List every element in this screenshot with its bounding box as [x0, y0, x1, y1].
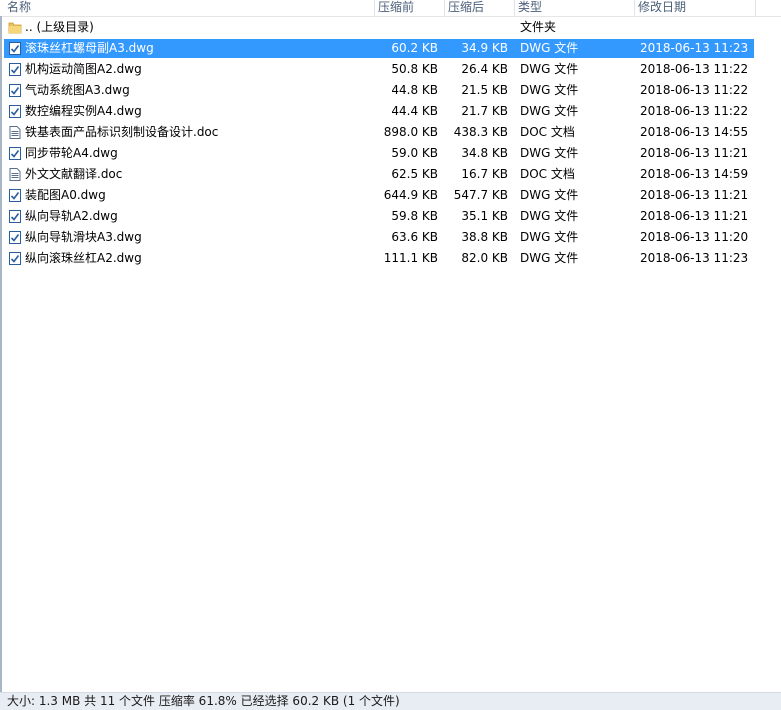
file-row[interactable]: 机构运动简图A2.dwg 50.8 KB 26.4 KB DWG 文件 2018-06-… [0, 59, 781, 80]
row-modified: 2018-06-13 14:59 [640, 167, 749, 181]
column-type-header[interactable]: 类型 [515, 0, 634, 16]
row-type: 文件夹 [520, 20, 557, 34]
column-packed-header[interactable]: 压缩后 [445, 0, 514, 16]
row-size: 50.8 KB [391, 62, 438, 76]
dwg-file-icon [8, 251, 22, 266]
row-name: 纵向滚珠丝杠A2.dwg [25, 251, 142, 265]
column-modified-header[interactable]: 修改日期 [635, 0, 755, 16]
folder-icon [8, 20, 22, 35]
row-name: 装配图A0.dwg [25, 188, 106, 202]
dwg-file-icon [8, 41, 22, 56]
row-name: 纵向导轨滑块A3.dwg [25, 230, 142, 244]
row-size: 63.6 KB [391, 230, 438, 244]
row-packed-size: 35.1 KB [461, 209, 508, 223]
row-size: 62.5 KB [391, 167, 438, 181]
row-type: DWG 文件 [520, 230, 579, 244]
row-modified: 2018-06-13 11:23 [640, 41, 749, 55]
row-packed-size: 38.8 KB [461, 230, 508, 244]
row-packed-size: 547.7 KB [453, 188, 508, 202]
file-row[interactable]: 数控编程实例A4.dwg 44.4 KB 21.7 KB DWG 文件 2018-06-… [0, 101, 781, 122]
row-name: 外文文献翻译.doc [25, 167, 123, 181]
row-modified: 2018-06-13 11:21 [640, 188, 749, 202]
file-row[interactable]: 纵向导轨滑块A3.dwg 63.6 KB 38.8 KB DWG 文件 2018-06-… [0, 227, 781, 248]
file-list: .. (上级目录) 文件夹 滚珠丝杠螺母副A3.dwg 60.2 KB 34.9 K… [0, 17, 781, 269]
row-size: 60.2 KB [391, 41, 438, 55]
row-modified: 2018-06-13 11:22 [640, 62, 749, 76]
row-type: DWG 文件 [520, 104, 579, 118]
row-modified: 2018-06-13 11:22 [640, 83, 749, 97]
file-row[interactable]: 装配图A0.dwg 644.9 KB 547.7 KB DWG 文件 2018-06-1… [0, 185, 781, 206]
file-row[interactable]: 滚珠丝杠螺母副A3.dwg 60.2 KB 34.9 KB DWG 文件 2018-06… [0, 38, 781, 59]
column-name-header[interactable]: 名称 [4, 0, 374, 16]
column-divider[interactable] [755, 0, 756, 16]
dwg-file-icon [8, 83, 22, 98]
row-modified: 2018-06-13 11:23 [640, 251, 749, 265]
row-packed-size: 34.8 KB [461, 146, 508, 160]
status-text: 大小: 1.3 MB 共 11 个文件 压缩率 61.8% 已经选择 60.2 … [7, 694, 400, 708]
doc-file-icon [8, 125, 22, 140]
row-packed-size: 82.0 KB [461, 251, 508, 265]
row-name: 数控编程实例A4.dwg [25, 104, 142, 118]
dwg-file-icon [8, 104, 22, 119]
row-packed-size: 21.7 KB [461, 104, 508, 118]
column-size-header[interactable]: 压缩前 [375, 0, 444, 16]
row-modified: 2018-06-13 11:21 [640, 146, 749, 160]
file-row[interactable]: 同步带轮A4.dwg 59.0 KB 34.8 KB DWG 文件 2018-06-13… [0, 143, 781, 164]
row-type: DWG 文件 [520, 41, 579, 55]
row-modified: 2018-06-13 11:20 [640, 230, 749, 244]
dwg-file-icon [8, 230, 22, 245]
row-packed-size: 34.9 KB [461, 41, 508, 55]
row-size: 59.8 KB [391, 209, 438, 223]
row-size: 44.4 KB [391, 104, 438, 118]
row-size: 59.0 KB [391, 146, 438, 160]
row-size: 644.9 KB [383, 188, 438, 202]
column-header: 名称 压缩前 压缩后 类型 修改日期 [0, 0, 781, 17]
row-size: 111.1 KB [383, 251, 438, 265]
row-name: 纵向导轨A2.dwg [25, 209, 118, 223]
row-type: DWG 文件 [520, 146, 579, 160]
status-bar: 大小: 1.3 MB 共 11 个文件 压缩率 61.8% 已经选择 60.2 … [0, 692, 781, 710]
row-name: 机构运动简图A2.dwg [25, 62, 142, 76]
archive-window: 名称 压缩前 压缩后 类型 修改日期 .. (上级目录) 文件夹 滚珠丝杠螺母副… [0, 0, 781, 710]
row-type: DWG 文件 [520, 83, 579, 97]
row-packed-size: 438.3 KB [453, 125, 508, 139]
row-type: DWG 文件 [520, 209, 579, 223]
row-type: DOC 文档 [520, 167, 575, 181]
doc-file-icon [8, 167, 22, 182]
row-name: 铁基表面产品标识刻制设备设计.doc [25, 125, 219, 139]
row-packed-size: 21.5 KB [461, 83, 508, 97]
row-packed-size: 26.4 KB [461, 62, 508, 76]
file-row[interactable]: 铁基表面产品标识刻制设备设计.doc 898.0 KB 438.3 KB DOC 文档… [0, 122, 781, 143]
row-modified: 2018-06-13 11:21 [640, 209, 749, 223]
dwg-file-icon [8, 209, 22, 224]
row-name: 滚珠丝杠螺母副A3.dwg [25, 41, 154, 55]
row-type: DWG 文件 [520, 251, 579, 265]
row-name: 气动系统图A3.dwg [25, 83, 130, 97]
row-type: DOC 文档 [520, 125, 575, 139]
row-type: DWG 文件 [520, 188, 579, 202]
file-row[interactable]: 气动系统图A3.dwg 44.8 KB 21.5 KB DWG 文件 2018-06-1… [0, 80, 781, 101]
dwg-file-icon [8, 62, 22, 77]
file-row[interactable]: 外文文献翻译.doc 62.5 KB 16.7 KB DOC 文档 2018-06-13… [0, 164, 781, 185]
parent-directory-row[interactable]: .. (上级目录) 文件夹 [0, 17, 781, 38]
row-name: .. (上级目录) [25, 20, 94, 34]
row-name: 同步带轮A4.dwg [25, 146, 118, 160]
row-size: 898.0 KB [383, 125, 438, 139]
file-row[interactable]: 纵向导轨A2.dwg 59.8 KB 35.1 KB DWG 文件 2018-06-13… [0, 206, 781, 227]
file-row[interactable]: 纵向滚珠丝杠A2.dwg 111.1 KB 82.0 KB DWG 文件 2018-06… [0, 248, 781, 269]
row-modified: 2018-06-13 14:55 [640, 125, 749, 139]
row-modified: 2018-06-13 11:22 [640, 104, 749, 118]
dwg-file-icon [8, 146, 22, 161]
row-type: DWG 文件 [520, 62, 579, 76]
row-size: 44.8 KB [391, 83, 438, 97]
row-packed-size: 16.7 KB [461, 167, 508, 181]
dwg-file-icon [8, 188, 22, 203]
